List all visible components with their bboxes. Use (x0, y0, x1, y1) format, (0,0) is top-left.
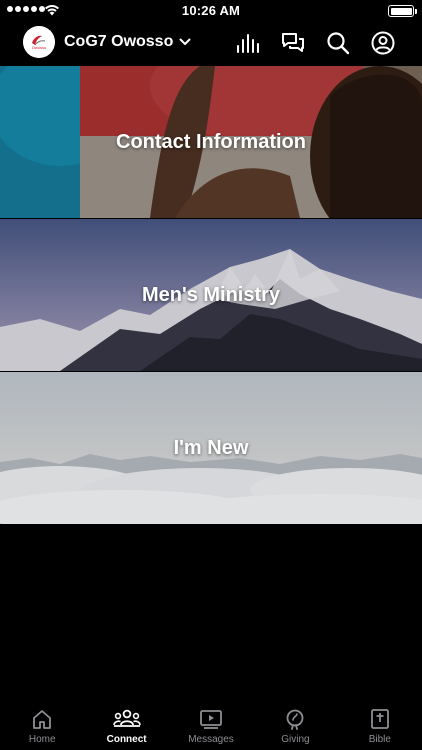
card-mens-ministry[interactable]: Men's Ministry (0, 219, 422, 371)
status-time: 10:26 AM (181, 3, 241, 18)
app-header: Owosso CoG7 Owosso (0, 22, 422, 66)
church-logo-mark: Owosso (23, 26, 55, 58)
tab-label: Connect (106, 734, 147, 745)
church-logo[interactable]: Owosso (23, 26, 55, 58)
search-icon[interactable] (326, 31, 350, 55)
tab-home[interactable]: Home (0, 700, 84, 750)
tab-giving[interactable]: Giving (253, 700, 337, 750)
tab-label: Bible (368, 734, 391, 745)
chevron-down-icon (179, 38, 191, 45)
tab-bible[interactable]: Bible (338, 700, 422, 750)
chat-icon[interactable] (281, 31, 305, 55)
tab-bar: Home Connect Messages Giving Bible (0, 700, 422, 750)
card-title: I'm New (173, 436, 249, 459)
church-name: CoG7 Owosso (64, 33, 174, 50)
home-icon (33, 710, 52, 729)
profile-icon[interactable] (371, 31, 395, 55)
card-title: Men's Ministry (141, 283, 281, 306)
bible-icon (370, 709, 389, 729)
tab-label: Giving (281, 734, 310, 745)
giving-icon (287, 709, 304, 730)
tab-label: Home (28, 734, 56, 745)
tab-messages[interactable]: Messages (169, 700, 253, 750)
church-switcher[interactable]: CoG7 Owosso (64, 33, 191, 51)
card-title: Contact Information (116, 130, 306, 153)
tab-label: Messages (188, 734, 234, 745)
live-icon[interactable] (236, 31, 260, 55)
card-contact-information[interactable]: Contact Information (0, 66, 422, 218)
play-icon (200, 710, 222, 729)
status-bar: 10:26 AM (0, 0, 422, 22)
card-im-new[interactable]: I'm New (0, 372, 422, 524)
svg-text:Owosso: Owosso (32, 45, 47, 50)
battery-icon (388, 5, 417, 17)
people-icon (112, 709, 141, 727)
tab-connect[interactable]: Connect (84, 700, 168, 750)
